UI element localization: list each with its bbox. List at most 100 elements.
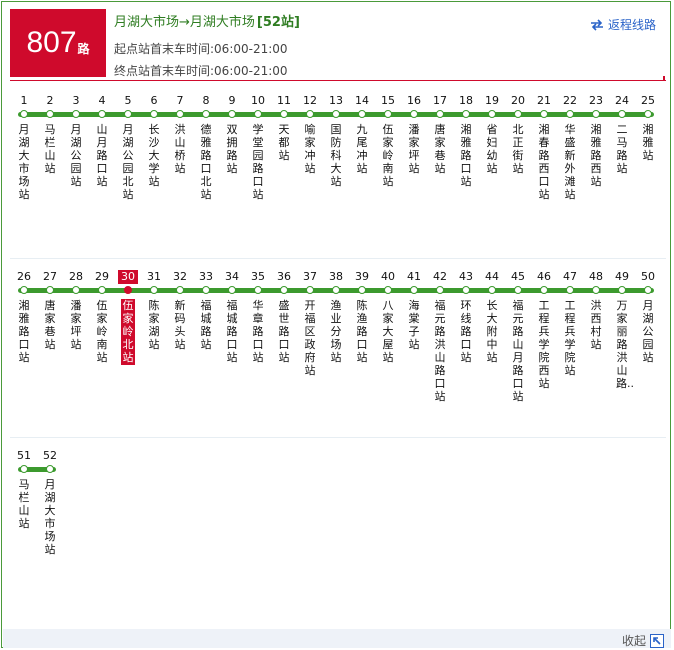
- stop-dot-icon: [124, 286, 132, 294]
- return-route-label: 返程线路: [607, 18, 656, 32]
- stop-dot-icon: [228, 286, 236, 294]
- stop-item[interactable]: 11 天都站: [274, 94, 294, 162]
- stop-item[interactable]: 37 开福区政府站: [300, 270, 320, 377]
- stop-item[interactable]: 36 盛世路口站: [274, 270, 294, 364]
- stop-number: 12: [303, 94, 317, 107]
- stop-number: 37: [303, 270, 317, 283]
- stop-number: 22: [563, 94, 577, 107]
- stop-item[interactable]: 33 福城路站: [196, 270, 216, 351]
- stop-name: 环线路口站: [460, 299, 472, 364]
- stop-name: 湘春路西口站: [538, 123, 550, 201]
- stop-item[interactable]: 28 潘家坪站: [66, 270, 86, 351]
- stop-name: 湘雅路西站: [590, 123, 602, 188]
- stop-item[interactable]: 40 八家大屋站: [378, 270, 398, 364]
- return-route-link[interactable]: 返程线路: [590, 16, 656, 33]
- stop-item[interactable]: 32 新码头站: [170, 270, 190, 351]
- stop-item[interactable]: 46 工程兵学院西站: [534, 270, 554, 390]
- stop-number: 8: [202, 94, 210, 107]
- stop-dot-icon: [592, 286, 600, 294]
- start-time: 起点站首末车时间:06:00-21:00: [114, 42, 288, 56]
- stop-number: 48: [589, 270, 603, 283]
- stop-item[interactable]: 8 德雅路口北站: [196, 94, 216, 201]
- stop-item[interactable]: 52 月湖大市场站: [40, 449, 60, 556]
- stop-item[interactable]: 35 华章路口站: [248, 270, 268, 364]
- stop-item[interactable]: 20 北正街站: [508, 94, 528, 175]
- stop-item[interactable]: 12 喻家冲站: [300, 94, 320, 175]
- stop-dot-icon: [202, 110, 210, 118]
- stop-item[interactable]: 49 万家丽路洪山路..: [612, 270, 634, 390]
- stop-number: 4: [98, 94, 106, 107]
- stop-item[interactable]: 3 月湖公园站: [66, 94, 86, 188]
- header-divider: [10, 80, 666, 81]
- stop-item[interactable]: 5 月湖公园北站: [118, 94, 138, 201]
- stop-item[interactable]: 51 马栏山站: [14, 449, 34, 530]
- stop-item[interactable]: 21 湘春路西口站: [534, 94, 554, 201]
- stop-name: 伍家岭南站: [96, 299, 108, 364]
- stop-number: 52: [43, 449, 57, 462]
- stop-item[interactable]: 29 伍家岭南站: [92, 270, 112, 364]
- stop-item[interactable]: 41 海棠子站: [404, 270, 424, 351]
- header-divider-cap: [663, 76, 665, 81]
- stop-item[interactable]: 24 二马路站: [612, 94, 632, 175]
- stop-item[interactable]: 30 伍家岭北站: [118, 270, 138, 365]
- stop-dot-icon: [228, 110, 236, 118]
- stop-dot-icon: [150, 286, 158, 294]
- stop-dot-icon: [384, 110, 392, 118]
- stop-name: 伍家岭南站: [382, 123, 394, 188]
- stop-item[interactable]: 17 唐家巷站: [430, 94, 450, 175]
- stop-name: 渔业分场站: [330, 299, 342, 364]
- stop-item[interactable]: 39 陈渔路口站: [352, 270, 372, 364]
- stop-name: 月湖大市场站: [44, 478, 56, 556]
- stop-item[interactable]: 10 学堂园路口站: [248, 94, 268, 201]
- stop-dot-icon: [176, 286, 184, 294]
- stop-dot-icon: [488, 286, 496, 294]
- stop-item[interactable]: 44 长大附中站: [482, 270, 502, 364]
- stop-name: 北正街站: [512, 123, 524, 175]
- stop-item[interactable]: 50 月湖公园站: [638, 270, 658, 364]
- stop-item[interactable]: 34 福城路口站: [222, 270, 242, 364]
- stop-name: 盛世路口站: [278, 299, 290, 364]
- swap-arrows-icon: [590, 18, 603, 31]
- stop-item[interactable]: 19 省妇幼站: [482, 94, 502, 175]
- stop-name: 万家丽路洪山路..: [616, 299, 634, 390]
- stop-dot-icon: [358, 110, 366, 118]
- stop-item[interactable]: 48 洪西村站: [586, 270, 606, 351]
- row-separator: [10, 258, 666, 259]
- stop-item[interactable]: 31 陈家湖站: [144, 270, 164, 351]
- stop-name: 省妇幼站: [486, 123, 498, 175]
- stop-name: 马栏山站: [44, 123, 56, 175]
- stop-name: 喻家冲站: [304, 123, 316, 175]
- stop-name: 月湖公园站: [70, 123, 82, 188]
- stop-item[interactable]: 7 洪山桥站: [170, 94, 190, 175]
- stop-name: 湘雅站: [642, 123, 654, 162]
- stop-dot-icon: [540, 110, 548, 118]
- stop-item[interactable]: 13 国防科大站: [326, 94, 346, 188]
- stop-item[interactable]: 47 工程兵学院站: [560, 270, 580, 377]
- stop-item[interactable]: 9 双拥路站: [222, 94, 242, 175]
- stop-item[interactable]: 26 湘雅路口站: [14, 270, 34, 364]
- stop-item[interactable]: 6 长沙大学站: [144, 94, 164, 188]
- stop-item[interactable]: 1 月湖大市场站: [14, 94, 34, 201]
- stop-dot-icon: [20, 465, 28, 473]
- stop-item[interactable]: 27 唐家巷站: [40, 270, 60, 351]
- stop-item[interactable]: 18 湘雅路口站: [456, 94, 476, 188]
- stop-number: 21: [537, 94, 551, 107]
- stop-number: 17: [433, 94, 447, 107]
- stop-item[interactable]: 25 湘雅站: [638, 94, 658, 162]
- stop-item[interactable]: 38 渔业分场站: [326, 270, 346, 364]
- stop-dot-icon: [384, 286, 392, 294]
- stop-item[interactable]: 14 九尾冲站: [352, 94, 372, 175]
- stop-item[interactable]: 4 山月路口站: [92, 94, 112, 188]
- stop-item[interactable]: 42 福元路洪山路口站: [430, 270, 450, 403]
- footer-bar: [3, 629, 671, 648]
- stop-item[interactable]: 23 湘雅路西站: [586, 94, 606, 188]
- stop-item[interactable]: 22 华盛新外滩站: [560, 94, 580, 201]
- stop-number: 42: [433, 270, 447, 283]
- stop-item[interactable]: 45 福元路山月路口站: [508, 270, 528, 403]
- stop-item[interactable]: 2 马栏山站: [40, 94, 60, 175]
- stop-item[interactable]: 16 潘家坪站: [404, 94, 424, 175]
- stop-name: 福元路洪山路口站: [434, 299, 446, 403]
- collapse-button[interactable]: 收起: [622, 632, 664, 649]
- stop-item[interactable]: 43 环线路口站: [456, 270, 476, 364]
- stop-item[interactable]: 15 伍家岭南站: [378, 94, 398, 188]
